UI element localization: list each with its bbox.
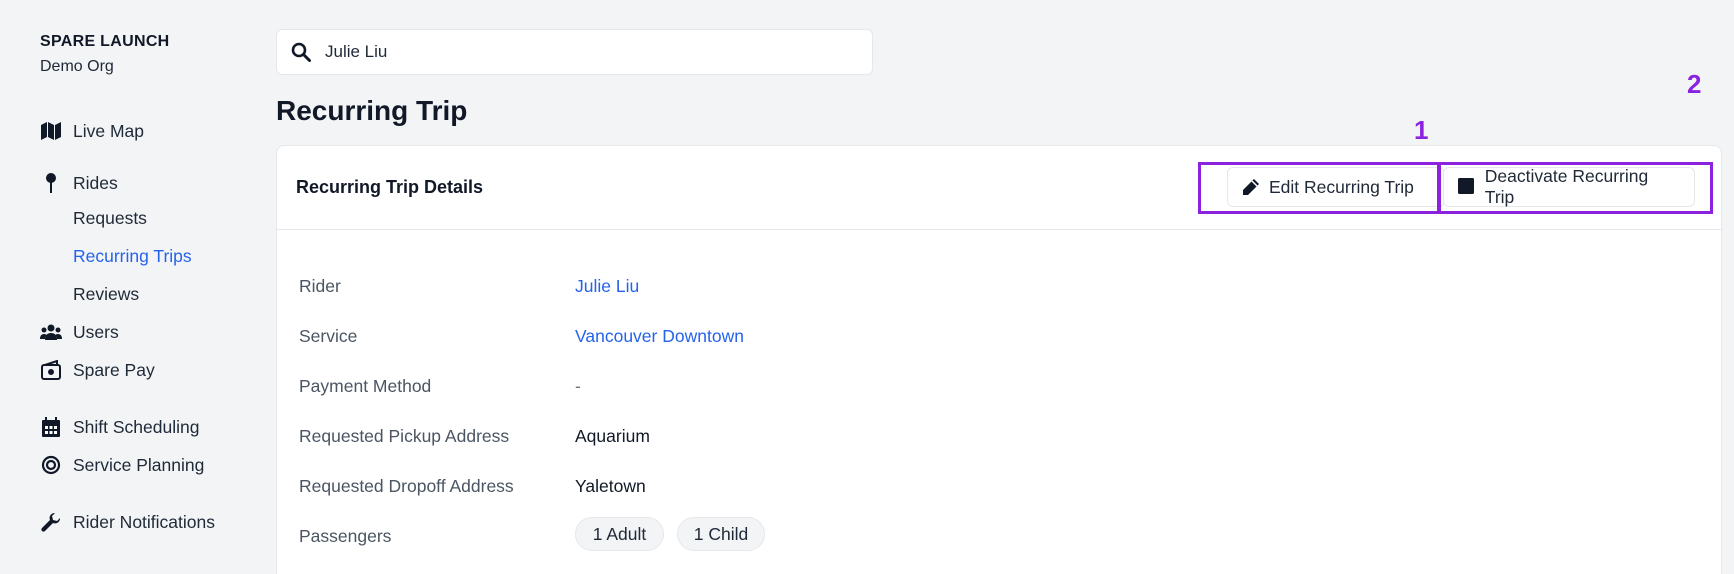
sidebar-item-live-map[interactable]: Live Map xyxy=(40,117,144,145)
sidebar-subitem-requests[interactable]: Requests xyxy=(73,204,147,232)
sidebar-item-rides[interactable]: Rides xyxy=(40,169,118,197)
recurring-trip-card: Recurring Trip Details Edit Recurring Tr… xyxy=(276,145,1722,574)
search-bar[interactable] xyxy=(276,29,873,75)
rider-link[interactable]: Julie Liu xyxy=(575,276,639,297)
highlight-box-1 xyxy=(1198,162,1441,214)
sidebar-item-spare-pay[interactable]: Spare Pay xyxy=(40,356,155,384)
sidebar-subitem-recurring-trips[interactable]: Recurring Trips xyxy=(73,242,192,270)
sidebar-item-label: Service Planning xyxy=(73,454,205,475)
sidebar-item-rider-notifications[interactable]: Rider Notifications xyxy=(40,508,215,536)
sidebar-item-label: Rider Notifications xyxy=(73,511,215,532)
dropoff-address-value: Yaletown xyxy=(575,476,646,496)
sidebar-item-label: Rides xyxy=(73,172,118,193)
sidebar-item-label: Spare Pay xyxy=(73,359,155,380)
search-icon xyxy=(291,42,311,62)
search-input[interactable] xyxy=(325,42,845,62)
highlight-box-2 xyxy=(1437,162,1713,214)
sidebar-item-shift-scheduling[interactable]: Shift Scheduling xyxy=(40,413,199,441)
passengers-label: Passengers xyxy=(299,526,392,546)
calendar-icon xyxy=(40,417,62,437)
users-icon xyxy=(40,322,62,342)
org-subtitle: Demo Org xyxy=(40,58,114,75)
org-name: SPARE LAUNCH xyxy=(40,33,170,50)
sidebar: SPARE LAUNCH Demo Org Live Map Rides Req… xyxy=(6,3,271,574)
service-link[interactable]: Vancouver Downtown xyxy=(575,326,744,347)
sidebar-item-label: Live Map xyxy=(73,120,145,141)
pickup-address-label: Requested Pickup Address xyxy=(299,426,510,446)
rider-label: Rider xyxy=(299,276,341,296)
annotation-number-1: 1 xyxy=(1414,115,1429,145)
sidebar-item-label: Users xyxy=(73,321,119,342)
service-label: Service xyxy=(299,326,358,346)
sidebar-item-label: Shift Scheduling xyxy=(73,416,200,437)
payment-method-value: - xyxy=(575,376,581,396)
payment-method-label: Payment Method xyxy=(299,376,432,396)
annotation-number-2: 2 xyxy=(1687,69,1702,99)
pickup-address-value: Aquarium xyxy=(575,426,650,446)
pin-icon xyxy=(40,173,62,193)
sidebar-item-users[interactable]: Users xyxy=(40,318,119,346)
target-icon xyxy=(40,455,62,475)
page-title: Recurring Trip xyxy=(276,95,468,126)
sidebar-subitem-reviews[interactable]: Reviews xyxy=(73,280,139,308)
card-header: Recurring Trip Details Edit Recurring Tr… xyxy=(277,146,1721,230)
sidebar-item-service-planning[interactable]: Service Planning xyxy=(40,451,204,479)
app-frame: SPARE LAUNCH Demo Org Live Map Rides Req… xyxy=(6,3,1734,574)
passenger-chip-adult: 1 Adult xyxy=(575,517,664,551)
wrench-icon xyxy=(40,512,62,532)
passenger-chip-child: 1 Child xyxy=(677,517,765,551)
dropoff-address-label: Requested Dropoff Address xyxy=(299,476,514,496)
card-title: Recurring Trip Details xyxy=(296,177,484,197)
map-icon xyxy=(40,121,62,141)
wallet-icon xyxy=(40,360,62,380)
